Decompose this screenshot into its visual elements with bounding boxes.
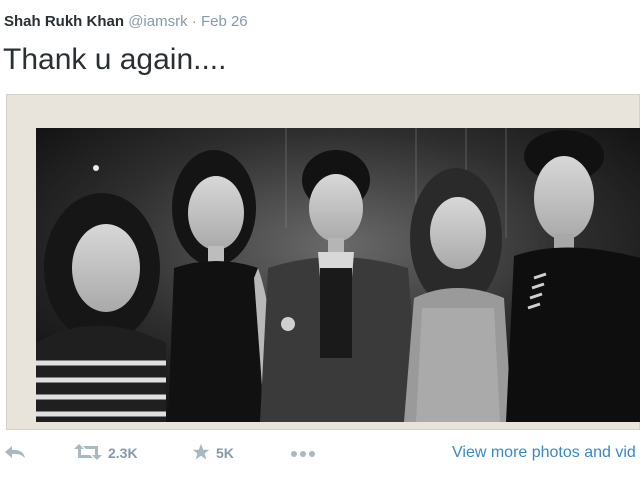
retweet-button[interactable]: 2.3K bbox=[74, 438, 138, 468]
retweet-icon bbox=[74, 443, 102, 463]
separator-dot: · bbox=[191, 13, 197, 30]
view-more-photos-link[interactable]: View more photos and vid bbox=[452, 438, 636, 468]
author-handle[interactable]: @iamsrk bbox=[128, 13, 187, 30]
person-1 bbox=[36, 193, 166, 422]
tweet-photo[interactable] bbox=[36, 128, 640, 422]
tweet-date[interactable]: Feb 26 bbox=[201, 13, 248, 30]
more-dots-icon bbox=[290, 445, 316, 461]
author-name[interactable]: Shah Rukh Khan bbox=[4, 13, 124, 30]
star-icon bbox=[192, 443, 210, 464]
tweet: Shah Rukh Khan @iamsrk · Feb 26 Thank u … bbox=[0, 0, 640, 480]
tweet-actions: 2.3K 5K View more photos and vid bbox=[0, 438, 640, 468]
favorite-count: 5K bbox=[216, 445, 234, 461]
reply-button[interactable] bbox=[4, 438, 26, 468]
tweet-text: Thank u again.... bbox=[3, 43, 227, 76]
more-button[interactable] bbox=[290, 438, 316, 468]
retweet-count: 2.3K bbox=[108, 445, 138, 461]
reply-arrow-icon bbox=[4, 445, 26, 462]
tweet-header: Shah Rukh Khan @iamsrk · Feb 26 bbox=[4, 13, 248, 31]
favorite-button[interactable]: 5K bbox=[192, 438, 234, 468]
